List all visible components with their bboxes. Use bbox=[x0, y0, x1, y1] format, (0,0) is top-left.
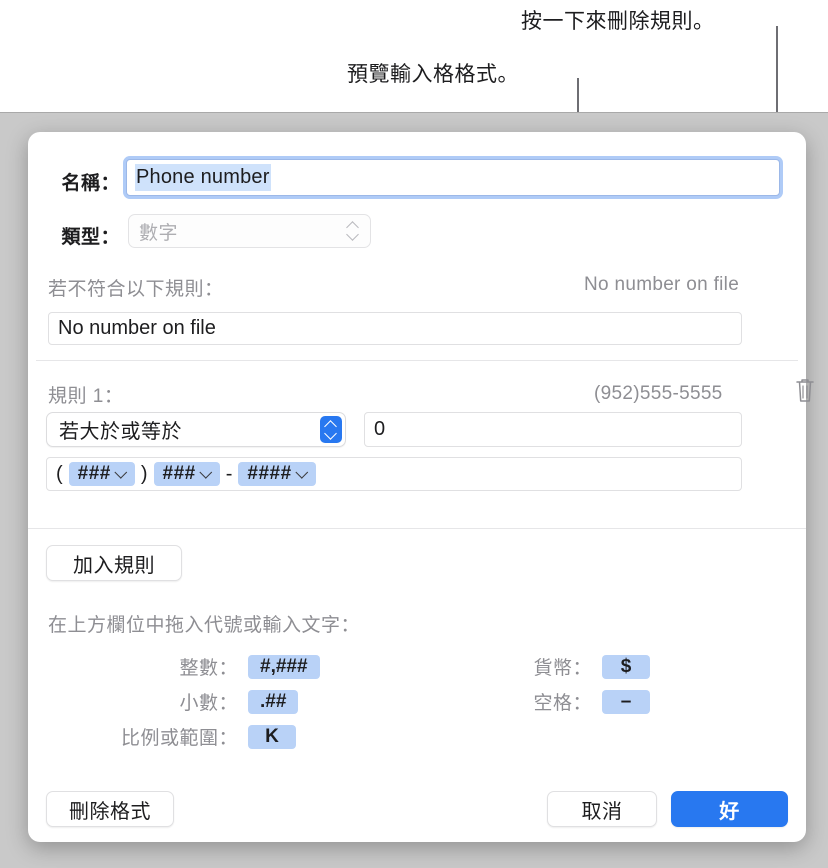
drag-hint-text: 在上方欄位中拖入代號或輸入文字： bbox=[48, 615, 361, 636]
divider-above-rule bbox=[36, 360, 798, 361]
chevron-down-icon bbox=[114, 465, 128, 479]
name-label: 名稱： bbox=[61, 173, 120, 194]
legend-currency-token[interactable]: $ bbox=[602, 654, 650, 679]
backdrop-top-edge bbox=[0, 112, 828, 113]
chevron-up-down-icon bbox=[347, 220, 360, 242]
format-token-line-number-label: #### bbox=[247, 463, 292, 484]
custom-format-dialog: 名稱： Phone number 類型： 數字 若不符合以下規則： No num… bbox=[28, 132, 814, 842]
legend-item-currency: 貨幣： $ bbox=[522, 653, 650, 680]
legend-space-label: 空格： bbox=[533, 693, 592, 714]
legend-scale-token[interactable]: K bbox=[248, 724, 296, 749]
legend-item-space: 空格： – bbox=[522, 688, 650, 715]
ok-button[interactable]: 好 bbox=[671, 791, 788, 827]
unmatched-preview-text: No number on file bbox=[584, 274, 740, 295]
chevron-up-down-icon bbox=[320, 416, 342, 443]
unmatched-value-text: No number on file bbox=[58, 317, 216, 339]
legend-item-integer: 整數： #,### bbox=[108, 653, 320, 680]
name-input-value: Phone number bbox=[135, 164, 271, 191]
name-field-wrapper: Phone number bbox=[126, 159, 780, 196]
add-rule-button[interactable]: 加入規則 bbox=[46, 545, 182, 581]
trash-icon bbox=[796, 379, 814, 402]
rule-1-label: 規則 1： bbox=[48, 386, 124, 407]
format-literal-open-paren: ( bbox=[56, 462, 63, 485]
divider-above-add-rule bbox=[28, 528, 806, 529]
unmatched-value-input[interactable]: No number on file bbox=[48, 312, 742, 345]
chevron-down-icon bbox=[295, 465, 308, 479]
format-token-line-number[interactable]: #### bbox=[238, 462, 316, 486]
type-label: 類型： bbox=[61, 227, 120, 248]
format-token-area-code-label: ### bbox=[77, 463, 111, 484]
rule-value-input[interactable]: 0 bbox=[364, 412, 742, 447]
callout-delete-rule: 按一下來刪除規則。 bbox=[521, 10, 715, 33]
legend-integer-label: 整數： bbox=[179, 658, 238, 679]
format-literal-dash: - bbox=[225, 462, 233, 485]
format-token-prefix-label: ### bbox=[162, 463, 196, 484]
legend-item-decimal: 小數： .## bbox=[108, 688, 299, 715]
legend-item-scale: 比例或範圍： K bbox=[68, 723, 296, 750]
rule-value-text: 0 bbox=[374, 418, 386, 440]
format-token-prefix[interactable]: ### bbox=[153, 462, 220, 486]
legend-scale-label: 比例或範圍： bbox=[120, 728, 238, 749]
legend-currency-label: 貨幣： bbox=[533, 658, 592, 679]
legend-space-token[interactable]: – bbox=[602, 689, 650, 714]
legend-decimal-token[interactable]: .## bbox=[248, 689, 299, 714]
format-token-area-code[interactable]: ### bbox=[68, 462, 135, 486]
delete-rule-button[interactable] bbox=[793, 376, 817, 404]
legend-decimal-label: 小數： bbox=[179, 693, 238, 714]
rule-condition-value: 若大於或等於 bbox=[59, 421, 182, 443]
name-input[interactable]: Phone number bbox=[126, 159, 780, 196]
rule-format-input[interactable]: ( ### ) ### - #### bbox=[46, 457, 742, 491]
rule-condition-popup-button[interactable]: 若大於或等於 bbox=[46, 412, 346, 447]
delete-format-button[interactable]: 刪除格式 bbox=[46, 791, 174, 827]
legend-integer-token[interactable]: #,### bbox=[248, 654, 320, 679]
type-popup-button[interactable]: 數字 bbox=[128, 214, 371, 248]
unmatched-rule-label: 若不符合以下規則： bbox=[48, 279, 224, 300]
chevron-down-icon bbox=[199, 465, 212, 479]
cancel-button[interactable]: 取消 bbox=[547, 791, 657, 827]
rule-1-preview-text: (952)555-5555 bbox=[594, 383, 723, 404]
format-literal-close-paren: ) bbox=[140, 462, 148, 485]
type-popup-value: 數字 bbox=[139, 222, 179, 244]
callout-preview-format: 預覽輸入格格式。 bbox=[347, 63, 519, 86]
